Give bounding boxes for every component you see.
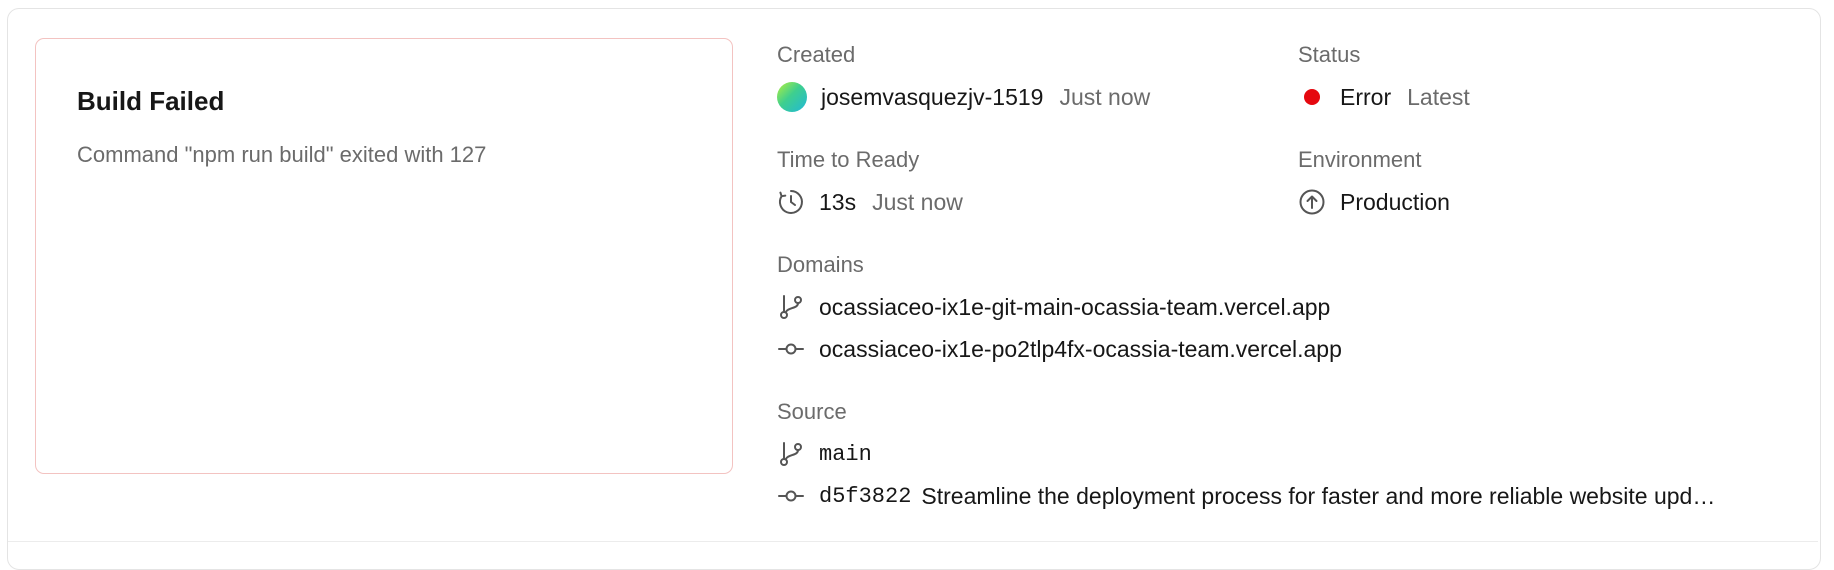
source-label: Source: [777, 399, 847, 424]
clock-icon: [777, 188, 805, 216]
created-time: Just now: [1059, 83, 1151, 110]
source-branch[interactable]: main: [819, 442, 872, 467]
avatar: [777, 82, 807, 112]
git-branch-icon: [777, 293, 805, 321]
commit-hash[interactable]: d5f3822: [819, 484, 911, 509]
time-to-ready-label: Time to Ready: [777, 147, 920, 172]
domain-item[interactable]: ocassiaceo-ix1e-git-main-ocassia-team.ve…: [777, 291, 1330, 323]
domains-label: Domains: [777, 252, 864, 277]
environment-label: Environment: [1298, 147, 1422, 172]
source-branch-row[interactable]: main: [777, 438, 872, 470]
build-error-message: Command "npm run build" exited with 127: [77, 142, 487, 167]
divider: [8, 541, 1818, 542]
created-label: Created: [777, 42, 856, 67]
status-error-dot-icon: [1304, 89, 1320, 105]
time-to-ready-row: 13s Just now: [777, 186, 963, 218]
status-label: Status: [1298, 42, 1361, 67]
domain-item[interactable]: ocassiaceo-ix1e-po2tlp4fx-ocassia-team.v…: [777, 333, 1342, 365]
time-to-ready-duration: 13s: [819, 188, 857, 215]
git-commit-icon: [777, 482, 805, 510]
build-error-title: Build Failed: [77, 86, 225, 116]
status-row: Error Latest: [1298, 81, 1470, 113]
git-branch-icon: [777, 440, 805, 468]
time-to-ready-time: Just now: [872, 188, 963, 215]
status-badge: Latest: [1407, 83, 1470, 110]
environment-row: Production: [1298, 186, 1450, 218]
source-commit-row[interactable]: d5f3822 Streamline the deployment proces…: [777, 480, 1785, 512]
created-row: josemvasquezjv-1519 Just now: [777, 81, 1150, 113]
git-commit-icon: [777, 335, 805, 363]
commit-message: Streamline the deployment process for fa…: [921, 482, 1716, 509]
environment-value: Production: [1340, 188, 1450, 215]
domain-link[interactable]: ocassiaceo-ix1e-git-main-ocassia-team.ve…: [819, 294, 1330, 321]
domain-link[interactable]: ocassiaceo-ix1e-po2tlp4fx-ocassia-team.v…: [819, 336, 1342, 363]
created-user-link[interactable]: josemvasquezjv-1519: [821, 84, 1043, 111]
status-value: Error: [1340, 83, 1392, 110]
arrow-up-circle-icon: [1298, 188, 1326, 216]
